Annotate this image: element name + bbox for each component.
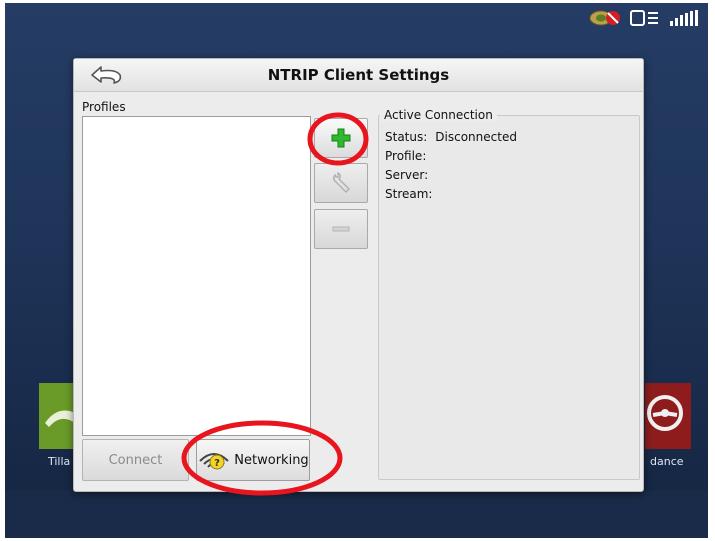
wrench-icon — [333, 171, 350, 193]
plus-icon — [331, 128, 351, 148]
profile-row: Profile: — [385, 149, 434, 163]
guidance-caption: dance — [650, 455, 684, 468]
profile-label: Profile: — [385, 149, 427, 163]
stream-row: Stream: — [385, 187, 440, 201]
status-bar — [588, 9, 702, 27]
stream-label: Stream: — [385, 187, 433, 201]
edit-profile-button[interactable] — [314, 163, 368, 203]
profiles-label: Profiles — [82, 100, 126, 114]
wifi-question-icon: ? — [199, 453, 230, 470]
connect-button[interactable]: Connect — [82, 439, 189, 481]
ntrip-settings-dialog: NTRIP Client Settings Profiles Active Co… — [73, 58, 644, 492]
networking-button-label: Networking — [234, 452, 309, 468]
connect-button-label: Connect — [108, 452, 163, 468]
status-row: Status: Disconnected — [385, 130, 517, 144]
profiles-list[interactable] — [82, 116, 311, 436]
guidance-app-tile[interactable] — [645, 383, 691, 449]
add-profile-button[interactable] — [314, 118, 368, 158]
bottom-bar — [5, 490, 708, 538]
steering-wheel-icon — [647, 395, 683, 431]
svg-text:?: ? — [214, 458, 220, 469]
active-connection-legend: Active Connection — [380, 108, 497, 122]
server-label: Server: — [385, 168, 429, 182]
remove-profile-button[interactable] — [314, 209, 368, 249]
satellite-signal-icon[interactable] — [668, 9, 702, 27]
networking-button[interactable]: ? Networking — [196, 439, 310, 481]
status-value: Disconnected — [435, 130, 517, 144]
display-menu-icon[interactable] — [630, 9, 660, 27]
dialog-title: NTRIP Client Settings — [267, 66, 450, 84]
tillage-caption: Tilla — [48, 455, 71, 468]
status-label: Status: — [385, 130, 428, 144]
gps-disabled-icon[interactable] — [588, 9, 622, 27]
minus-icon — [332, 226, 350, 232]
server-row: Server: — [385, 168, 436, 182]
dialog-titlebar: NTRIP Client Settings — [74, 59, 643, 92]
